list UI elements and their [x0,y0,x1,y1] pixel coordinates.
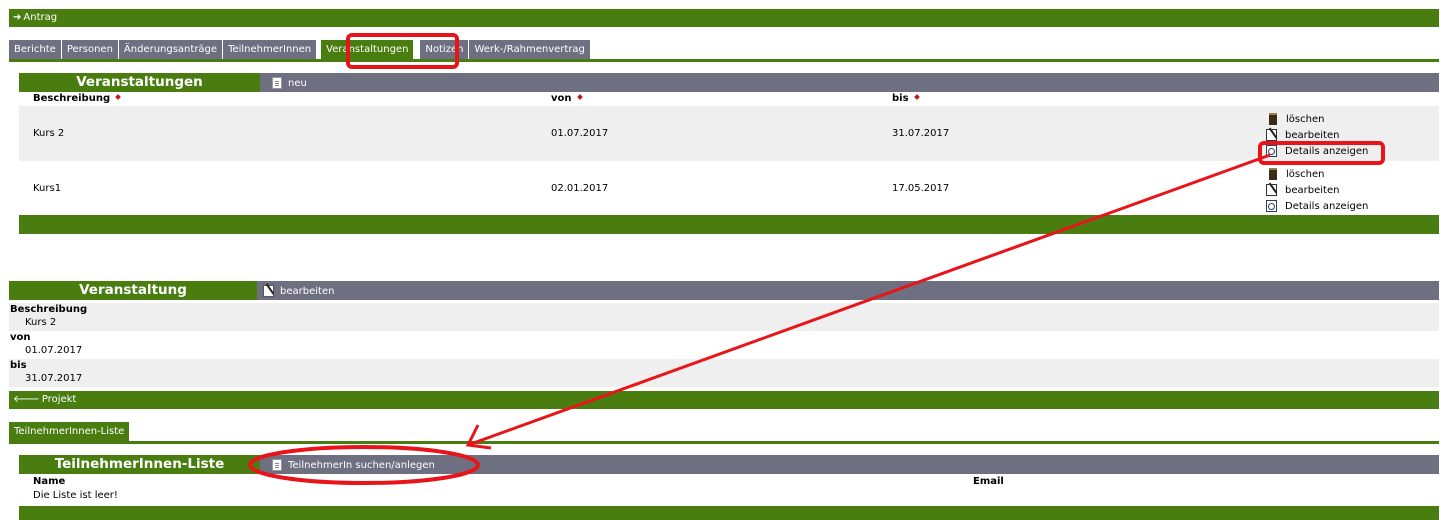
annotation-overlay [248,33,1385,485]
annotation-ellipse-search [248,445,480,485]
annotation-arrow [467,153,1271,447]
annotation-box-tab [346,33,459,69]
annotation-box-details [1258,141,1385,165]
